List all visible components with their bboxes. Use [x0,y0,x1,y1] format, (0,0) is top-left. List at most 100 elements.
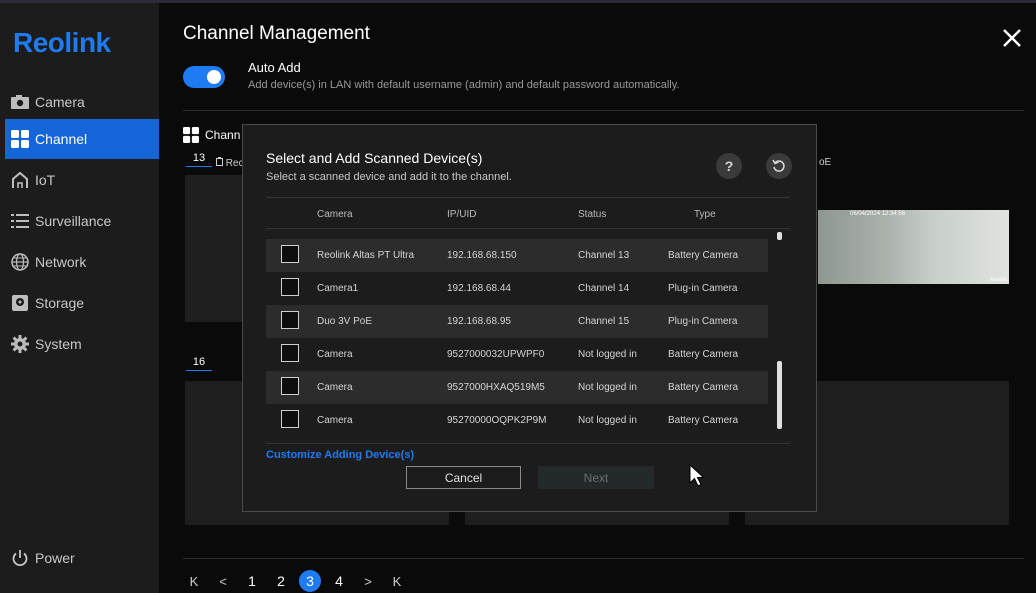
grid-icon [11,130,29,148]
dialog-title: Select and Add Scanned Device(s) [266,150,483,166]
table-scrollbar-thumb[interactable] [777,361,782,429]
auto-add-description: Add device(s) in LAN with default userna… [248,79,680,91]
device-table-header: Camera IP/UID Status Type [266,197,790,229]
table-row[interactable]: Reolink Altas PT Ultra 192.168.68.150 Ch… [266,239,768,272]
first-page-button[interactable]: K [183,570,205,592]
sidebar-item-label: System [35,336,82,352]
close-button[interactable] [1001,27,1023,49]
page-3-button[interactable]: 3 [299,570,321,592]
table-row[interactable]: Camera1 192.168.68.44 Channel 14 Plug-in… [266,272,768,305]
status: Not logged in [578,349,637,360]
storage-icon [11,294,29,312]
channel-13-label: Rec [216,157,244,169]
refresh-button[interactable] [766,153,792,179]
customize-adding-link[interactable]: Customize Adding Device(s) [266,449,414,461]
home-icon [11,171,29,189]
row-checkbox[interactable] [281,377,299,395]
cancel-button[interactable]: Cancel [406,466,521,489]
section-divider [183,110,1024,111]
prev-page-button[interactable]: < [212,570,234,592]
camera-name: Camera [317,382,353,393]
device-type: Plug-in Camera [668,316,738,327]
row-checkbox[interactable] [281,344,299,362]
device-type: Plug-in Camera [668,283,738,294]
power-button[interactable]: Power [11,549,75,567]
ip-uid: 192.168.68.44 [447,283,511,294]
preview-timestamp: 06/04/2024 12:34:56 [850,211,906,217]
row-checkbox[interactable] [281,278,299,296]
camera-name: Reolink Altas PT Ultra [317,250,415,261]
sidebar-item-camera[interactable]: Camera [5,82,159,122]
device-type: Battery Camera [668,250,739,261]
scanned-devices-dialog: Select and Add Scanned Device(s) Select … [242,124,817,512]
page-4-button[interactable]: 4 [328,570,350,592]
refresh-icon [772,159,785,172]
column-camera: Camera [317,209,353,220]
table-row[interactable]: Camera 9527000032UPWPF0 Not logged in Ba… [266,338,768,371]
sidebar-item-label: Network [35,254,87,270]
row-checkbox[interactable] [281,245,299,263]
power-icon [11,549,29,567]
auto-add-toggle[interactable] [183,66,225,88]
sidebar-item-channel[interactable]: Channel [5,119,159,159]
dialog-divider [266,443,790,444]
sidebar-item-storage[interactable]: Storage [5,283,159,323]
close-icon [1003,29,1021,47]
page-title: Channel Management [183,23,370,44]
ip-uid: 95270000OQPK2P9M [447,415,547,426]
channel-tile[interactable] [185,175,245,322]
ip-uid: 192.168.68.95 [447,316,511,327]
camera-name: Camera [317,349,353,360]
device-table: Reolink Altas PT Ultra 192.168.68.150 Ch… [266,239,768,437]
pagination: K < 1 2 3 4 > K [183,570,415,592]
help-button[interactable]: ? [716,153,742,179]
mouse-cursor-icon [689,464,705,487]
auto-add-title: Auto Add [248,60,301,75]
scrollbar-top-marker [777,232,782,240]
camera-icon [11,93,29,111]
column-status: Status [578,209,607,220]
last-page-button[interactable]: K [386,570,408,592]
ip-uid: 9527000032UPWPF0 [447,349,545,360]
globe-icon [11,253,29,271]
table-row[interactable]: Duo 3V PoE 192.168.68.95 Channel 15 Plug… [266,305,768,338]
table-row[interactable]: Camera 9527000HXAQ519M5 Not logged in Ba… [266,371,768,404]
next-page-button[interactable]: > [357,570,379,592]
status: Not logged in [578,382,637,393]
column-type: Type [694,209,716,220]
power-label: Power [35,550,75,566]
sidebar-item-system[interactable]: System [5,324,159,364]
channel-number-13[interactable]: 13 [186,152,212,167]
table-row[interactable]: Camera 95270000OQPK2P9M Not logged in Ba… [266,404,768,437]
next-button[interactable]: Next [538,466,654,489]
ip-uid: 9527000HXAQ519M5 [447,382,545,393]
channel-section-label: Chann [205,128,241,142]
sidebar-item-label: Channel [35,131,88,147]
sidebar-item-label: Camera [35,94,85,110]
status: Channel 13 [578,250,630,261]
camera-name: Camera [317,415,353,426]
sidebar-item-iot[interactable]: IoT [5,160,159,200]
ip-uid: 192.168.68.150 [447,250,517,261]
channel-number-16[interactable]: 16 [186,356,212,371]
sidebar-item-label: Storage [35,295,85,311]
sidebar-item-label: IoT [35,172,56,188]
status: Not logged in [578,415,637,426]
gear-icon [11,335,29,353]
channel-section-header: Chann [183,127,240,143]
battery-icon [216,157,223,166]
channel-preview-image[interactable]: 06/04/2024 12:34:56 Reolink [818,210,1009,284]
page-2-button[interactable]: 2 [270,570,292,592]
row-checkbox[interactable] [281,311,299,329]
sidebar-item-surveillance[interactable]: Surveillance [5,201,159,241]
status: Channel 15 [578,316,630,327]
grid-icon [183,127,199,143]
device-type: Battery Camera [668,349,739,360]
camera-name: Duo 3V PoE [317,316,373,327]
row-checkbox[interactable] [281,410,299,428]
list-icon [11,212,29,230]
column-ip-uid: IP/UID [447,209,477,220]
page-1-button[interactable]: 1 [241,570,263,592]
status: Channel 14 [578,283,630,294]
sidebar-item-network[interactable]: Network [5,242,159,282]
